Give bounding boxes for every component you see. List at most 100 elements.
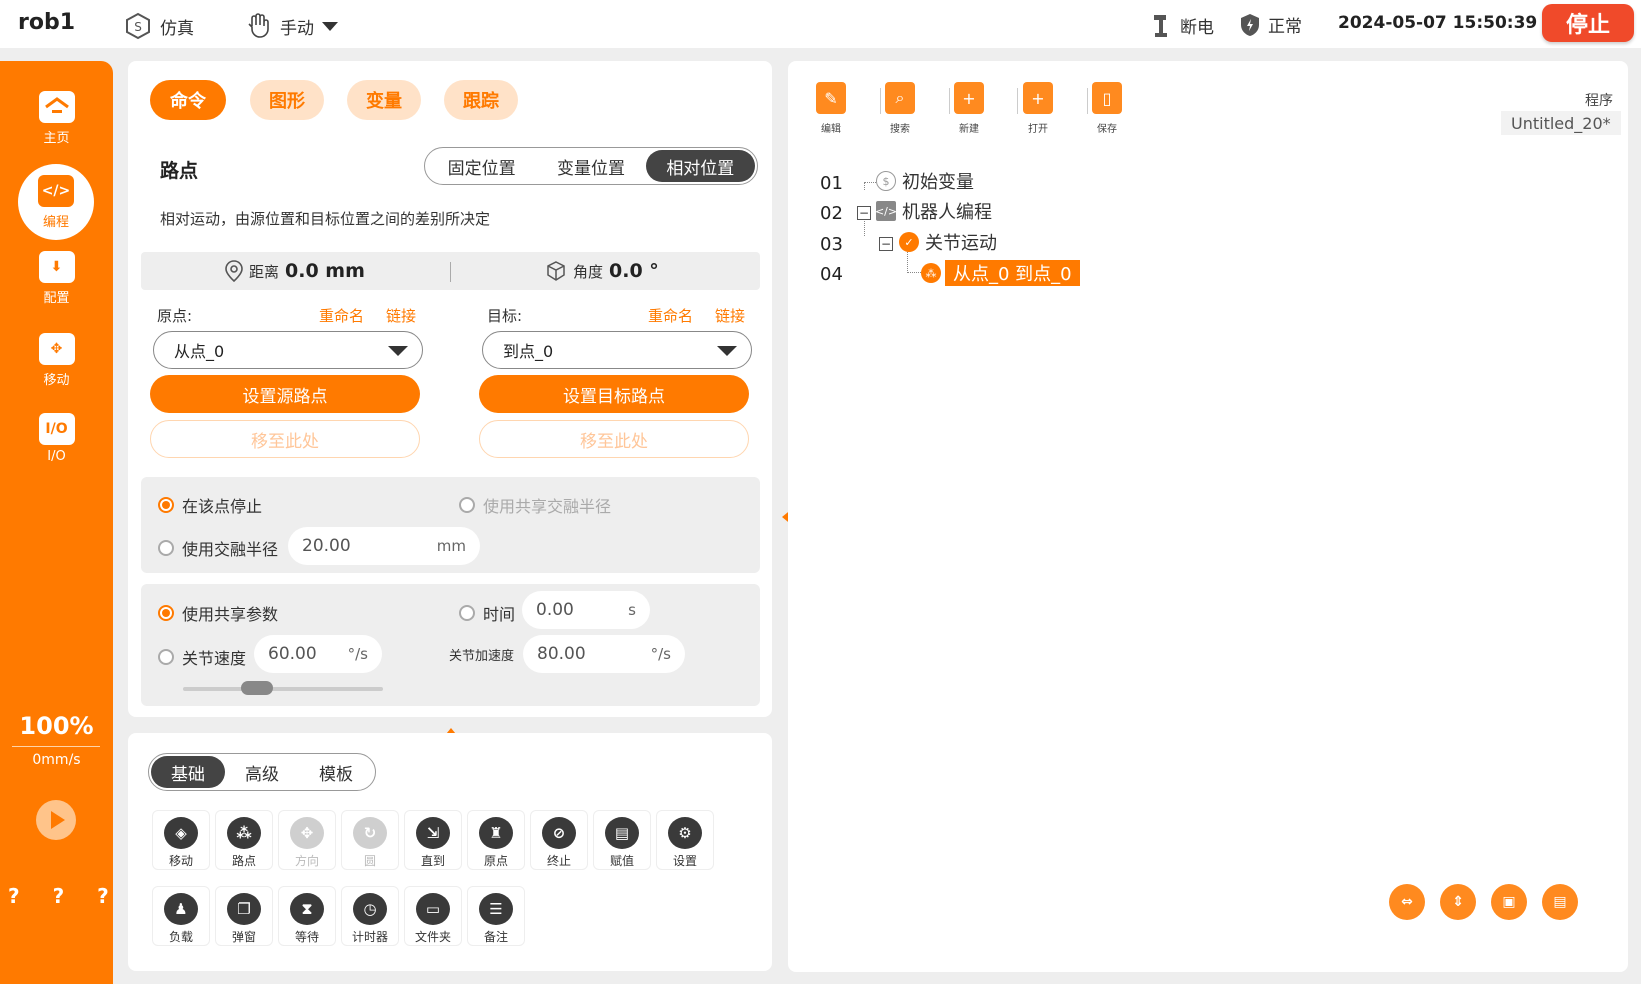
sidebar-item-home[interactable]: 主页 (0, 91, 113, 146)
joint-accel-field[interactable]: 80.00 °/s (523, 635, 685, 673)
joint-accel-unit: °/s (650, 645, 671, 663)
target-point-select[interactable]: 到点_0 (482, 331, 752, 369)
tree-expander[interactable]: − (857, 206, 871, 220)
joint-speed-field[interactable]: 60.00 °/s (254, 635, 382, 673)
tree-node-waypoint[interactable]: ⁂ 从点_0 到点_0 (921, 260, 1080, 286)
source-link-link[interactable]: 链接 (386, 305, 416, 326)
tab-graphics[interactable]: 图形 (250, 80, 324, 120)
blend-radius-radio[interactable]: 使用交融半径 (158, 536, 278, 560)
mode-fixed[interactable]: 固定位置 (427, 150, 536, 182)
tree-node-init-vars[interactable]: $ 初始变量 (876, 168, 974, 194)
time-radio[interactable]: 时间 (459, 601, 515, 625)
program-name[interactable]: Untitled_20* (1501, 111, 1621, 135)
mode-dropdown[interactable]: 手动 (244, 12, 338, 40)
position-mode-switch: 固定位置 变量位置 相对位置 (424, 147, 758, 185)
target-rename-link[interactable]: 重命名 (648, 305, 693, 326)
sidebar-item-io[interactable]: I/O I/O (0, 413, 113, 464)
hand-icon (248, 13, 269, 38)
command-popup[interactable]: ❐ 弹窗 (215, 886, 273, 946)
toolbar-save-button[interactable]: ▯ 保存 (1077, 82, 1137, 135)
library-tabs: 基础 高级 模板 (148, 753, 376, 791)
command-assign[interactable]: ▤ 赋值 (593, 810, 651, 870)
command-wait[interactable]: ⧗ 等待 (278, 886, 336, 946)
source-rename-link[interactable]: 重命名 (319, 305, 364, 326)
command-comment[interactable]: ☰ 备注 (467, 886, 525, 946)
command-circle[interactable]: ↻ 圆 (341, 810, 399, 870)
command-waypoint[interactable]: ⁂ 路点 (215, 810, 273, 870)
location-pin-icon (225, 260, 243, 282)
tree-expander[interactable]: − (879, 237, 893, 251)
command-label: 等待 (294, 930, 319, 944)
radio-checked-icon (158, 497, 174, 513)
params-scrollbar[interactable] (183, 681, 383, 695)
command-label: 移动 (168, 854, 193, 868)
toolbar-new-file-button[interactable]: + 新建 (939, 82, 999, 135)
tab-command[interactable]: 命令 (150, 80, 226, 120)
command-settings[interactable]: ⚙ 设置 (656, 810, 714, 870)
toolbar-search-button[interactable]: ⌕ 搜索 (870, 82, 930, 135)
command-halt[interactable]: ⊘ 终止 (530, 810, 588, 870)
power-status[interactable]: 断电 (1150, 12, 1214, 38)
safety-status[interactable]: 正常 (1240, 12, 1302, 37)
blend-radius-value: 20.00 (302, 536, 351, 556)
fit-view-icon[interactable]: ▣ (1491, 884, 1527, 920)
command-payload[interactable]: ♟ 负载 (152, 886, 210, 946)
tab-advanced[interactable]: 高级 (225, 756, 299, 788)
toolbar-edit-button[interactable]: ✎ 编辑 (801, 82, 861, 135)
mode-variable[interactable]: 变量位置 (536, 150, 645, 182)
set-target-button[interactable]: 设置目标路点 (479, 375, 749, 413)
tab-tracking[interactable]: 跟踪 (444, 80, 518, 120)
blend-radius-field[interactable]: 20.00 mm (288, 527, 480, 565)
tree-node-robot-program[interactable]: </> 机器人编程 (875, 198, 992, 224)
command-until[interactable]: ⇲ 直到 (404, 810, 462, 870)
play-button[interactable] (36, 800, 76, 840)
tree-node-label: 从点_0 到点_0 (945, 260, 1080, 286)
radio-unchecked-icon (158, 540, 174, 556)
simulation-label: 仿真 (160, 18, 194, 39)
until-icon: ⇲ (416, 817, 450, 849)
expand-horizontal-icon[interactable]: ⇔ (1389, 884, 1425, 920)
target-label: 目标: (487, 307, 523, 325)
search-icon: ⌕ (885, 82, 915, 114)
target-link-link[interactable]: 链接 (715, 305, 745, 326)
simulation-indicator[interactable]: S 仿真 (124, 12, 194, 40)
command-direction[interactable]: ✥ 方向 (278, 810, 336, 870)
mode-relative[interactable]: 相对位置 (645, 150, 755, 182)
command-move[interactable]: ◈ 移动 (152, 810, 210, 870)
expand-vertical-icon[interactable]: ⇕ (1440, 884, 1476, 920)
source-move-here-button[interactable]: 移至此处 (150, 420, 420, 458)
play-icon (51, 811, 65, 829)
speed-percent[interactable]: 100% (0, 712, 113, 740)
console-icon[interactable]: ▤ (1542, 884, 1578, 920)
set-source-button[interactable]: 设置源路点 (150, 375, 420, 413)
shared-params-radio[interactable]: 使用共享参数 (158, 601, 278, 625)
time-field[interactable]: 0.00 s (522, 591, 650, 629)
sidebar-item-move[interactable]: ✥ 移动 (0, 333, 113, 388)
sidebar-item-config[interactable]: ⬇ 配置 (0, 251, 113, 306)
tree-connector (907, 252, 921, 273)
command-timer[interactable]: ◷ 计时器 (341, 886, 399, 946)
blend-radius-unit: mm (436, 537, 466, 555)
command-folder[interactable]: ▭ 文件夹 (404, 886, 462, 946)
stop-at-point-radio[interactable]: 在该点停止 (158, 493, 262, 517)
source-point-select[interactable]: 从点_0 (153, 331, 423, 369)
sidebar-item-label: I/O (47, 449, 66, 464)
cube-icon (547, 261, 565, 281)
tab-template[interactable]: 模板 (299, 756, 373, 788)
timer-icon: ◷ (353, 893, 387, 925)
tab-variables[interactable]: 变量 (347, 80, 421, 120)
stop-button[interactable]: 停止 (1542, 4, 1634, 42)
tab-basic[interactable]: 基础 (151, 756, 225, 788)
distance-readout: 距离 0.0 mm (225, 260, 365, 282)
shared-blend-radio[interactable]: 使用共享交融半径 (459, 493, 611, 517)
target-move-here-button[interactable]: 移至此处 (479, 420, 749, 458)
tree-node-label: 关节运动 (925, 233, 997, 254)
tree-node-label: 初始变量 (902, 172, 974, 193)
home-icon: ♜ (479, 817, 513, 849)
scroll-thumb[interactable] (241, 681, 273, 695)
sidebar-item-program[interactable]: </> 编程 (18, 164, 94, 240)
line-number: 02 (820, 203, 843, 224)
variable-icon: $ (876, 171, 896, 191)
command-home[interactable]: ♜ 原点 (467, 810, 525, 870)
joint-speed-radio[interactable]: 关节速度 (158, 645, 246, 669)
